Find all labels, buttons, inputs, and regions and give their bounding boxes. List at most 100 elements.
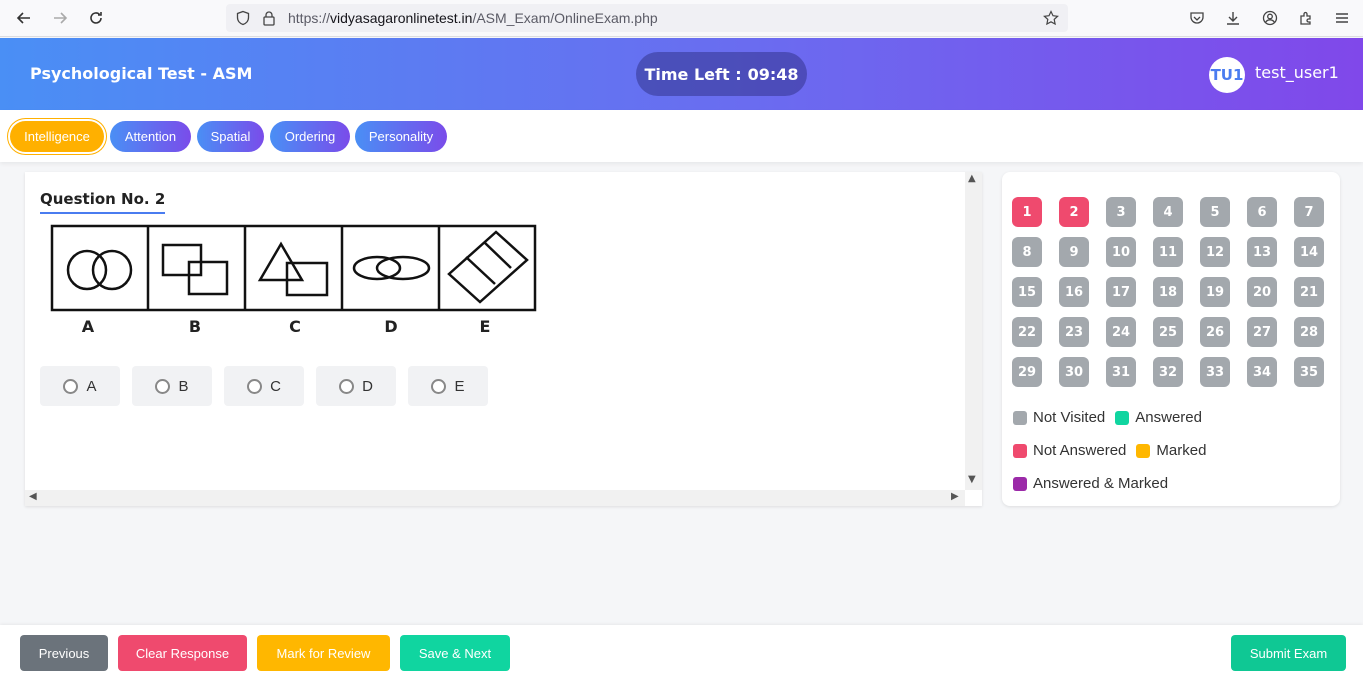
palette-question-button[interactable]: 30 (1059, 357, 1089, 387)
palette-question-button[interactable]: 12 (1200, 237, 1230, 267)
option-a-label: A (86, 377, 97, 395)
not-visited-swatch (1013, 410, 1027, 425)
palette-question-button[interactable]: 13 (1247, 237, 1277, 267)
bookmark-star-icon[interactable] (1040, 7, 1062, 29)
vertical-scrollbar[interactable]: ▲ ▼ (965, 172, 982, 490)
legend-answered: Answered (1115, 409, 1202, 426)
palette-question-button[interactable]: 32 (1153, 357, 1183, 387)
page-title: Psychological Test - ASM (30, 64, 253, 83)
url-host: vidyasagaronlinetest.in (330, 10, 473, 26)
answer-options: A B C D E (40, 366, 488, 406)
palette-question-button[interactable]: 10 (1106, 237, 1136, 267)
legend-marked-label: Marked (1156, 442, 1207, 459)
user-name[interactable]: test_user1 (1255, 63, 1339, 82)
legend-answered-marked-label: Answered & Marked (1033, 475, 1169, 492)
palette-question-button[interactable]: 33 (1200, 357, 1230, 387)
palette-question-button[interactable]: 16 (1059, 277, 1089, 307)
palette-question-button[interactable]: 22 (1012, 317, 1042, 347)
figure-label-a: A (82, 317, 95, 336)
shield-icon[interactable] (232, 7, 254, 29)
previous-button[interactable]: Previous (20, 635, 108, 671)
tab-personality[interactable]: Personality (355, 121, 447, 152)
palette-question-button[interactable]: 17 (1106, 277, 1136, 307)
legend-marked: Marked (1136, 442, 1206, 459)
radio-b[interactable] (155, 378, 171, 394)
legend-not-answered-label: Not Answered (1033, 442, 1127, 459)
not-answered-swatch (1013, 443, 1027, 458)
palette-question-button[interactable]: 7 (1294, 197, 1324, 227)
palette-question-button[interactable]: 18 (1153, 277, 1183, 307)
scroll-down-icon[interactable]: ▼ (968, 474, 976, 485)
avatar[interactable]: TU1 (1209, 57, 1245, 93)
option-e[interactable]: E (408, 366, 488, 406)
palette-question-button[interactable]: 27 (1247, 317, 1277, 347)
palette-question-button[interactable]: 31 (1106, 357, 1136, 387)
download-icon[interactable] (1222, 7, 1244, 29)
option-b[interactable]: B (132, 366, 212, 406)
palette-question-button[interactable]: 9 (1059, 237, 1089, 267)
palette-question-button[interactable]: 25 (1153, 317, 1183, 347)
palette-question-button[interactable]: 26 (1200, 317, 1230, 347)
figure-label-d: D (384, 317, 397, 336)
palette-question-button[interactable]: 24 (1106, 317, 1136, 347)
palette-question-button[interactable]: 11 (1153, 237, 1183, 267)
radio-a[interactable] (63, 378, 79, 394)
submit-exam-button[interactable]: Submit Exam (1231, 635, 1346, 671)
browser-toolbar: https://vidyasagaronlinetest.in/ASM_Exam… (0, 0, 1363, 37)
palette-question-button[interactable]: 20 (1247, 277, 1277, 307)
palette-question-button[interactable]: 29 (1012, 357, 1042, 387)
url-path: /ASM_Exam/OnlineExam.php (472, 10, 658, 26)
pocket-icon[interactable] (1186, 7, 1208, 29)
palette-question-button[interactable]: 34 (1247, 357, 1277, 387)
answered-marked-swatch (1013, 476, 1027, 491)
palette-question-button[interactable]: 15 (1012, 277, 1042, 307)
palette-question-button[interactable]: 3 (1106, 197, 1136, 227)
palette-question-button[interactable]: 1 (1012, 197, 1042, 227)
figure-label-e: E (480, 317, 491, 336)
palette-question-button[interactable]: 14 (1294, 237, 1324, 267)
extensions-icon[interactable] (1295, 7, 1317, 29)
question-panel: Question No. 2 A B C D E A B C D E ▲ ▼ ◀… (25, 172, 982, 506)
palette-question-button[interactable]: 6 (1247, 197, 1277, 227)
back-arrow-icon[interactable] (11, 6, 37, 30)
horizontal-scrollbar[interactable]: ◀ ▶ (25, 490, 965, 506)
footer-bar: Previous Clear Response Mark for Review … (0, 625, 1363, 680)
url-text[interactable]: https://vidyasagaronlinetest.in/ASM_Exam… (288, 10, 658, 26)
palette-question-button[interactable]: 35 (1294, 357, 1324, 387)
clear-response-button[interactable]: Clear Response (118, 635, 247, 671)
scroll-right-icon[interactable]: ▶ (951, 491, 959, 502)
figure-svg: A B C D E (50, 224, 537, 336)
menu-icon[interactable] (1331, 7, 1353, 29)
url-prefix: https:// (288, 10, 331, 26)
palette-question-button[interactable]: 8 (1012, 237, 1042, 267)
tab-attention[interactable]: Attention (110, 121, 191, 152)
palette-question-button[interactable]: 5 (1200, 197, 1230, 227)
save-next-button[interactable]: Save & Next (400, 635, 510, 671)
mark-for-review-button[interactable]: Mark for Review (257, 635, 390, 671)
lock-icon[interactable] (258, 7, 280, 29)
palette-question-button[interactable]: 19 (1200, 277, 1230, 307)
radio-d[interactable] (339, 378, 355, 394)
option-a[interactable]: A (40, 366, 120, 406)
scroll-left-icon[interactable]: ◀ (29, 491, 37, 502)
scroll-up-icon[interactable]: ▲ (968, 173, 976, 184)
forward-arrow-icon[interactable] (47, 6, 73, 30)
account-icon[interactable] (1259, 7, 1281, 29)
app-header: Psychological Test - ASM Time Left : 09:… (0, 38, 1363, 110)
tab-ordering[interactable]: Ordering (270, 121, 350, 152)
reload-icon[interactable] (83, 6, 109, 30)
tab-spatial[interactable]: Spatial (197, 121, 264, 152)
palette-question-button[interactable]: 28 (1294, 317, 1324, 347)
legend-not-visited-label: Not Visited (1033, 409, 1106, 426)
palette-question-button[interactable]: 23 (1059, 317, 1089, 347)
palette-question-button[interactable]: 4 (1153, 197, 1183, 227)
address-bar[interactable]: https://vidyasagaronlinetest.in/ASM_Exam… (226, 4, 1068, 32)
radio-e[interactable] (431, 378, 447, 394)
palette-question-button[interactable]: 2 (1059, 197, 1089, 227)
radio-c[interactable] (247, 378, 263, 394)
option-c[interactable]: C (224, 366, 304, 406)
palette-question-button[interactable]: 21 (1294, 277, 1324, 307)
tab-intelligence[interactable]: Intelligence (10, 121, 104, 152)
option-d[interactable]: D (316, 366, 396, 406)
question-figure: A B C D E (47, 222, 541, 340)
